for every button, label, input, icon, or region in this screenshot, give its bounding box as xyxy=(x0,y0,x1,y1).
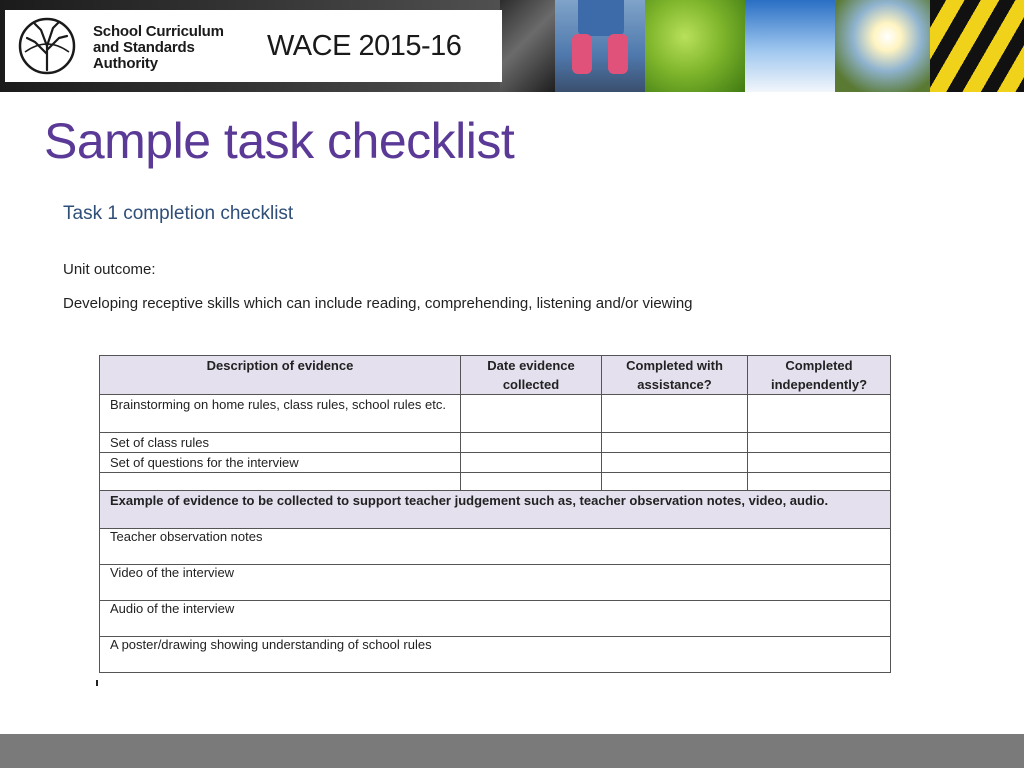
date-cell xyxy=(460,472,602,491)
example-evidence-item: Video of the interview xyxy=(99,564,891,601)
column-header: Date evidence collected xyxy=(460,355,602,395)
logo-line: Authority xyxy=(93,55,158,72)
example-evidence-item: Audio of the interview xyxy=(99,600,891,637)
independent-cell xyxy=(747,432,891,453)
checklist-table: Description of evidence Date evidence co… xyxy=(99,355,891,673)
table-row: Set of questions for the interview xyxy=(99,452,891,473)
header-banner: School Curriculum and Standards Authorit… xyxy=(0,0,1024,92)
banner-photo-vinyl xyxy=(500,0,555,92)
unit-outcome-text: Developing receptive skills which can in… xyxy=(63,295,693,312)
example-row: Audio of the interview xyxy=(99,600,891,637)
table-row: Brainstorming on home rules, class rules… xyxy=(99,394,891,433)
date-cell xyxy=(460,432,602,453)
banner-photo-clouds xyxy=(745,0,835,92)
banner-photo-leaf xyxy=(645,0,745,92)
stray-mark xyxy=(96,680,98,686)
column-header: Description of evidence xyxy=(99,355,461,395)
evidence-description: Set of class rules xyxy=(99,432,461,453)
evidence-description xyxy=(99,472,461,491)
independent-cell xyxy=(747,394,891,433)
example-evidence-header: Example of evidence to be collected to s… xyxy=(99,490,891,529)
date-cell xyxy=(460,452,602,473)
logo-panel: School Curriculum and Standards Authorit… xyxy=(5,10,502,82)
assistance-cell xyxy=(601,432,748,453)
program-title: WACE 2015-16 xyxy=(267,30,462,62)
unit-outcome-label: Unit outcome: xyxy=(63,261,156,278)
checklist-heading: Task 1 completion checklist xyxy=(63,203,294,224)
example-header-row: Example of evidence to be collected to s… xyxy=(99,490,891,529)
assistance-cell xyxy=(601,452,748,473)
evidence-description: Brainstorming on home rules, class rules… xyxy=(99,394,461,433)
evidence-description: Set of questions for the interview xyxy=(99,452,461,473)
banner-photo-stripes xyxy=(930,0,1024,92)
table-row-blank xyxy=(99,472,891,491)
table-row: Set of class rules xyxy=(99,432,891,453)
assistance-cell xyxy=(601,472,748,491)
example-row: Video of the interview xyxy=(99,564,891,601)
independent-cell xyxy=(747,472,891,491)
logo-wordmark: School Curriculum and Standards Authorit… xyxy=(93,24,224,72)
independent-cell xyxy=(747,452,891,473)
banner-photo-shoe xyxy=(572,34,592,74)
banner-photo-shoe xyxy=(608,34,628,74)
example-evidence-item: Teacher observation notes xyxy=(99,528,891,565)
date-cell xyxy=(460,394,602,433)
column-header: Completed independently? xyxy=(747,355,891,395)
tree-logo-icon xyxy=(18,17,76,75)
example-evidence-item: A poster/drawing showing understanding o… xyxy=(99,636,891,673)
logo-line: and Standards xyxy=(93,39,195,56)
banner-photo-sun xyxy=(835,0,930,92)
logo-line: School Curriculum xyxy=(93,23,224,40)
example-row: Teacher observation notes xyxy=(99,528,891,565)
footer-bar xyxy=(0,734,1024,768)
slide-title: Sample task checklist xyxy=(44,113,515,169)
column-header: Completed with assistance? xyxy=(601,355,748,395)
assistance-cell xyxy=(601,394,748,433)
example-row: A poster/drawing showing understanding o… xyxy=(99,636,891,673)
table-header-row: Description of evidence Date evidence co… xyxy=(99,355,891,395)
banner-photo-jeans xyxy=(578,0,624,36)
